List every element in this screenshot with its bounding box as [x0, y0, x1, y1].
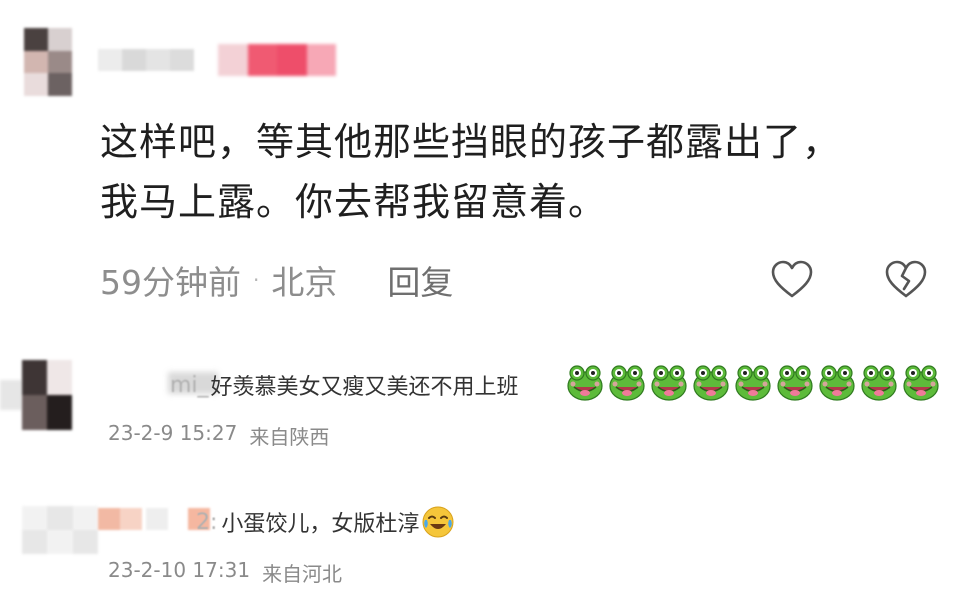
frog-emoji-icon — [693, 365, 729, 401]
comment-body: 小蛋饺儿，女版杜淳 — [221, 512, 420, 537]
comment-date: 23-2-10 17:31 — [108, 558, 251, 582]
emoji-row — [566, 362, 940, 406]
avatar-edge-blurred — [0, 380, 22, 410]
username-fragment: mi_ — [170, 372, 209, 398]
comment-prefix: 2: — [196, 509, 218, 535]
frog-emoji-icon — [861, 365, 897, 401]
meta-separator: · — [253, 268, 260, 292]
comment-text: 这样吧，等其他那些挡眼的孩子都露出了， 我马上露。你去帮我留意着。 — [100, 120, 842, 224]
comment-text: mi_ 好羡慕美女又瘦又美还不用上班 — [170, 368, 519, 402]
frog-emoji-icon — [567, 365, 603, 401]
comment-date: 23-2-9 15:27 — [108, 421, 238, 445]
avatar[interactable] — [22, 360, 72, 430]
frog-emoji-icon — [903, 365, 939, 401]
comment-text: 2: 小蛋饺儿，女版杜淳 — [196, 506, 455, 538]
user-badge-blurred — [218, 44, 336, 76]
avatar[interactable] — [22, 506, 98, 554]
avatar[interactable] — [24, 28, 72, 96]
comment-time: 59分钟前 — [100, 263, 241, 302]
frog-emoji-icon — [735, 365, 771, 401]
comment-source: 来自河北 — [262, 562, 343, 586]
frog-emoji-icon — [777, 365, 813, 401]
frog-emoji-icon — [609, 365, 645, 401]
comment-meta: 59分钟前 · 北京 回复 — [100, 258, 453, 302]
comment-meta: 23-2-9 15:27 来自陕西 — [108, 421, 329, 450]
comment-body: 好羡慕美女又瘦又美还不用上班 — [210, 375, 519, 400]
heart-outline-icon[interactable] — [770, 258, 814, 302]
laughing-tears-emoji-icon — [422, 506, 454, 538]
broken-heart-icon[interactable] — [884, 258, 928, 302]
username-blurred[interactable] — [98, 508, 210, 530]
reply-button[interactable]: 回复 — [387, 256, 453, 304]
frog-emoji-icon — [819, 365, 855, 401]
comment-meta: 23-2-10 17:31 来自河北 — [108, 558, 342, 587]
username-blurred[interactable] — [98, 49, 194, 71]
comment-location: 北京 — [271, 263, 338, 302]
frog-emoji-icon — [651, 365, 687, 401]
comment-source: 来自陕西 — [249, 425, 330, 449]
